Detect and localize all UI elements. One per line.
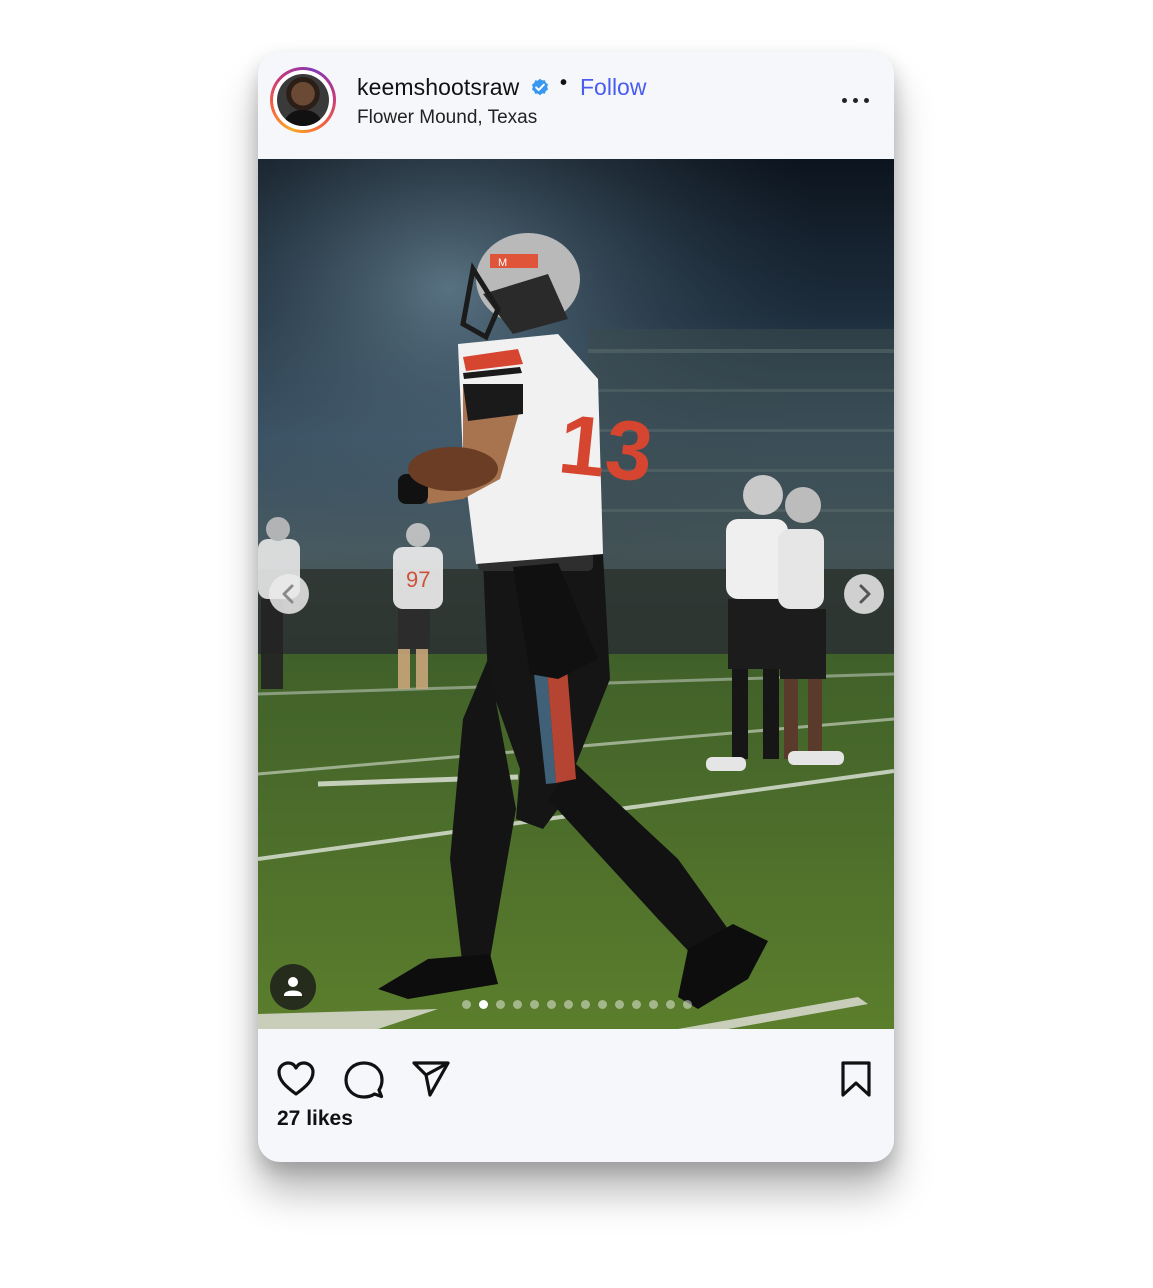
tagged-users-button[interactable] [270,964,316,1010]
svg-text:M: M [498,257,507,269]
football-photo-illustration: 97 13 M [258,159,894,1029]
carousel-dot [683,1000,692,1009]
prev-slide-button[interactable] [269,574,309,614]
next-slide-button[interactable] [844,574,884,614]
bookmark-icon[interactable] [838,1059,874,1099]
chevron-right-icon [859,584,871,604]
carousel-dot [564,1000,573,1009]
post-header: keemshootsraw • Follow Flower Mound, Tex… [258,52,894,159]
post-photo[interactable]: 97 13 M [258,159,894,1029]
user-tag-icon [284,977,302,996]
carousel-dot [632,1000,641,1009]
carousel-dot [496,1000,505,1009]
avatar [277,74,329,126]
post-location[interactable]: Flower Mound, Texas [357,107,537,129]
carousel-dot [598,1000,607,1009]
comment-icon[interactable] [343,1059,385,1101]
carousel-dot [666,1000,675,1009]
verified-badge-icon [531,78,549,96]
carousel-dot [615,1000,624,1009]
carousel-dot [530,1000,539,1009]
send-icon[interactable] [410,1059,452,1099]
heart-icon[interactable] [275,1059,317,1099]
more-options-icon[interactable] [840,90,872,110]
carousel-dot [547,1000,556,1009]
chevron-left-icon [282,584,294,604]
svg-text:13: 13 [555,396,658,499]
carousel-dot [649,1000,658,1009]
avatar-story-ring[interactable] [270,67,336,133]
carousel-dot [581,1000,590,1009]
separator-dot: • [560,72,568,94]
carousel-dot [462,1000,471,1009]
username[interactable]: keemshootsraw [357,74,519,101]
post-actions: 27 likes [258,1029,894,1162]
svg-text:97: 97 [406,567,430,592]
post-card: keemshootsraw • Follow Flower Mound, Tex… [258,52,894,1162]
follow-button[interactable]: Follow [580,74,646,101]
carousel-indicator [462,1000,692,1010]
likes-count[interactable]: 27 likes [277,1107,353,1131]
carousel-dot [479,1000,488,1009]
carousel-dot [513,1000,522,1009]
